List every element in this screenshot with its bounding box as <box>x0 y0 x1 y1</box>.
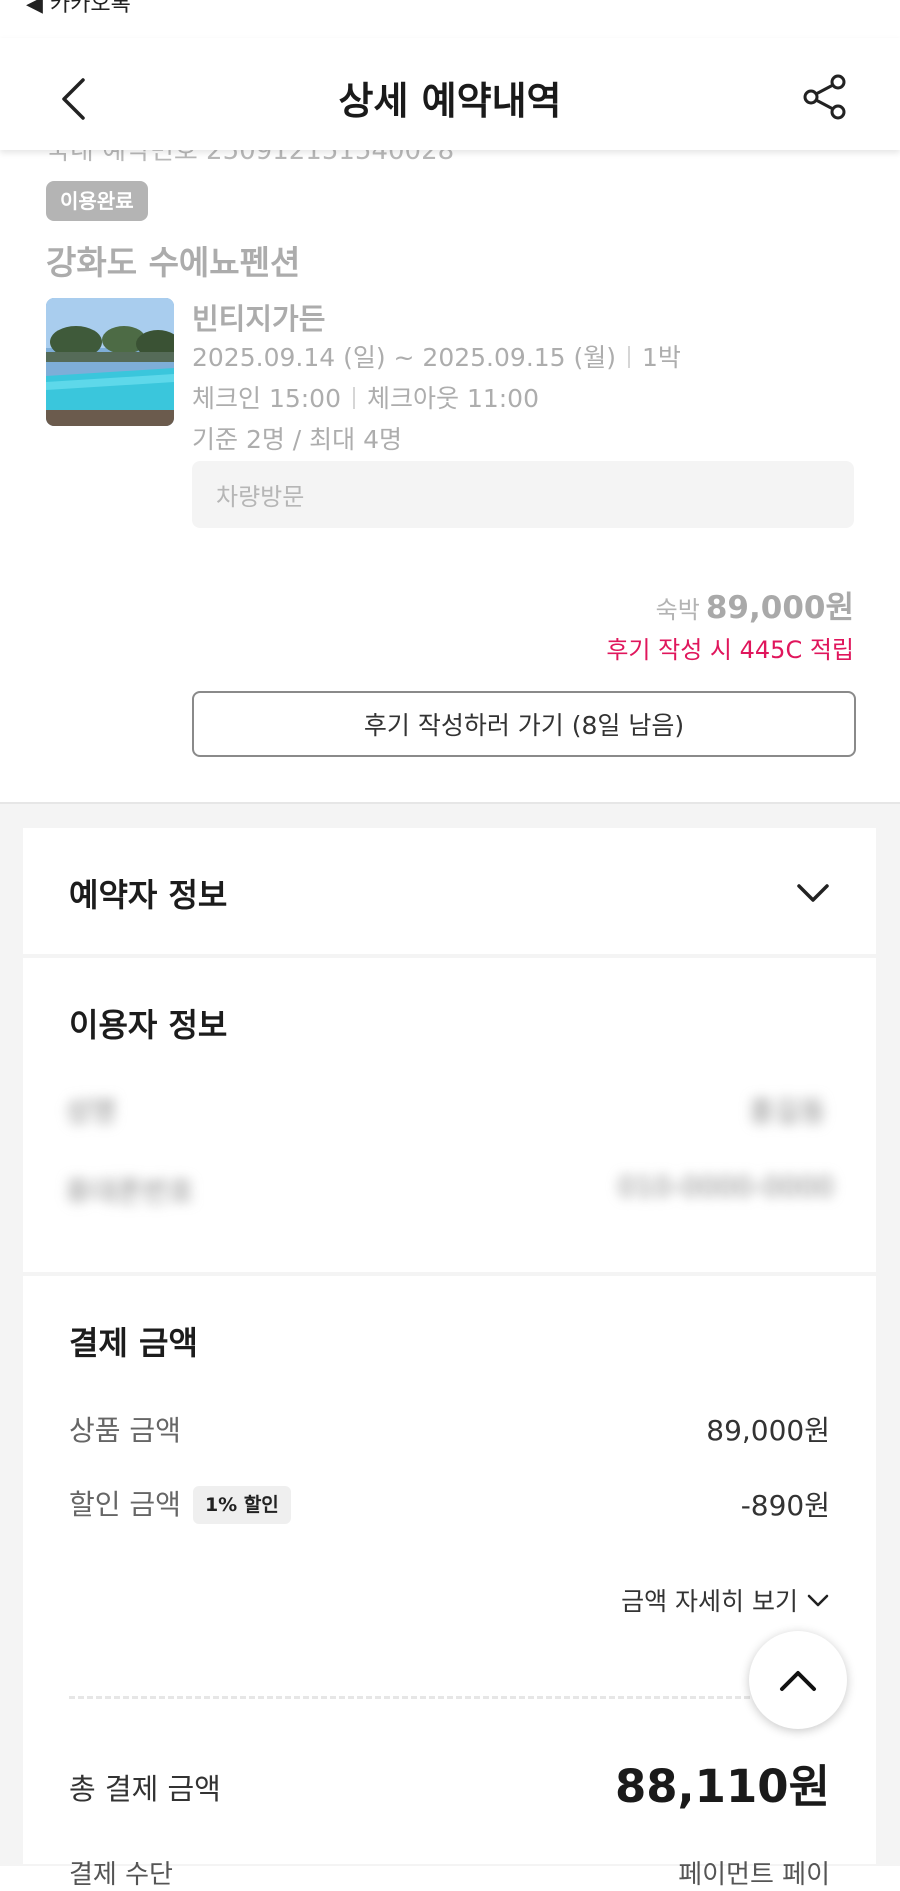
stay-price-value: 89,000원 <box>705 590 854 626</box>
user-info-card: 이용자 정보 성명 홍길동 휴대폰번호 010-0000-0000 <box>23 958 876 1272</box>
chevron-down-icon <box>807 1594 829 1607</box>
review-reward-text: 후기 작성 시 445C 적립 <box>606 636 854 664</box>
payment-method-value: 페이먼트 페이 <box>678 1860 830 1890</box>
discount-row: 할인 금액 1% 할인 <box>69 1483 291 1524</box>
check-times-row: 체크인 15:00 체크아웃 11:00 <box>192 379 539 415</box>
scroll-to-top-button[interactable] <box>749 1631 847 1729</box>
stay-nights: 1박 <box>642 343 681 372</box>
booker-info-card[interactable]: 예약자 정보 <box>23 828 876 954</box>
status-badge: 이용완료 <box>46 181 148 221</box>
room-name: 빈티지가든 <box>192 302 326 336</box>
stay-dates: 2025.09.14 (일) ~ 2025.09.15 (월) <box>192 343 617 372</box>
chevron-down-icon <box>797 884 829 902</box>
user-name-label: 성명 <box>65 1095 117 1128</box>
payment-card: 결제 금액 상품 금액 89,000원 할인 금액 1% 할인 -890원 금액 … <box>23 1276 876 1890</box>
total-payment-label: 총 결제 금액 <box>69 1772 221 1806</box>
booker-info-toggle[interactable] <box>791 876 835 910</box>
room-thumbnail <box>46 298 174 426</box>
user-phone-value: 010-0000-0000 <box>617 1170 834 1203</box>
user-name-value: 홍길동 <box>748 1095 826 1128</box>
dashed-divider <box>69 1696 831 1699</box>
discount-badge: 1% 할인 <box>192 1486 291 1524</box>
stay-price-row: 숙박 89,000원 <box>656 582 854 627</box>
amount-detail-toggle[interactable]: 금액 자세히 보기 <box>621 1582 830 1618</box>
visit-method: 차량방문 <box>216 483 305 511</box>
user-phone-label: 휴대폰번호 <box>65 1175 194 1208</box>
property-name[interactable]: 강화도 수에뇨펜션 <box>46 236 300 284</box>
user-info-title: 이용자 정보 <box>69 1006 228 1044</box>
share-button[interactable] <box>800 72 850 122</box>
chevron-up-icon <box>780 1671 816 1691</box>
payment-title: 결제 금액 <box>69 1324 198 1362</box>
checkin-time: 체크인 15:00 <box>192 384 341 413</box>
stay-price-label: 숙박 <box>655 596 700 624</box>
page-title: 상세 예약내역 <box>338 79 562 123</box>
total-payment-value: 88,110원 <box>614 1760 830 1813</box>
booker-info-title: 예약자 정보 <box>69 876 228 914</box>
product-amount-value: 89,000원 <box>706 1414 830 1447</box>
share-icon <box>803 74 846 120</box>
divider <box>353 387 355 409</box>
stay-dates-row: 2025.09.14 (일) ~ 2025.09.15 (월) 1박 <box>192 338 681 374</box>
status-back-to-app[interactable]: ◀ 카카오톡 <box>26 0 131 18</box>
checkout-time: 체크아웃 11:00 <box>367 384 539 413</box>
discount-amount-label: 할인 금액 <box>69 1488 181 1521</box>
product-amount-label: 상품 금액 <box>69 1414 181 1447</box>
discount-amount-value: -890원 <box>740 1489 830 1522</box>
room-capacity: 기준 2명 / 최대 4명 <box>192 425 403 454</box>
amount-detail-label: 금액 자세히 보기 <box>621 1587 798 1616</box>
payment-method-label: 결제 수단 <box>69 1860 173 1890</box>
write-review-button[interactable]: 후기 작성하러 가기 (8일 남음) <box>192 691 856 757</box>
top-header: 상세 예약내역 <box>0 38 900 150</box>
divider <box>628 346 631 368</box>
